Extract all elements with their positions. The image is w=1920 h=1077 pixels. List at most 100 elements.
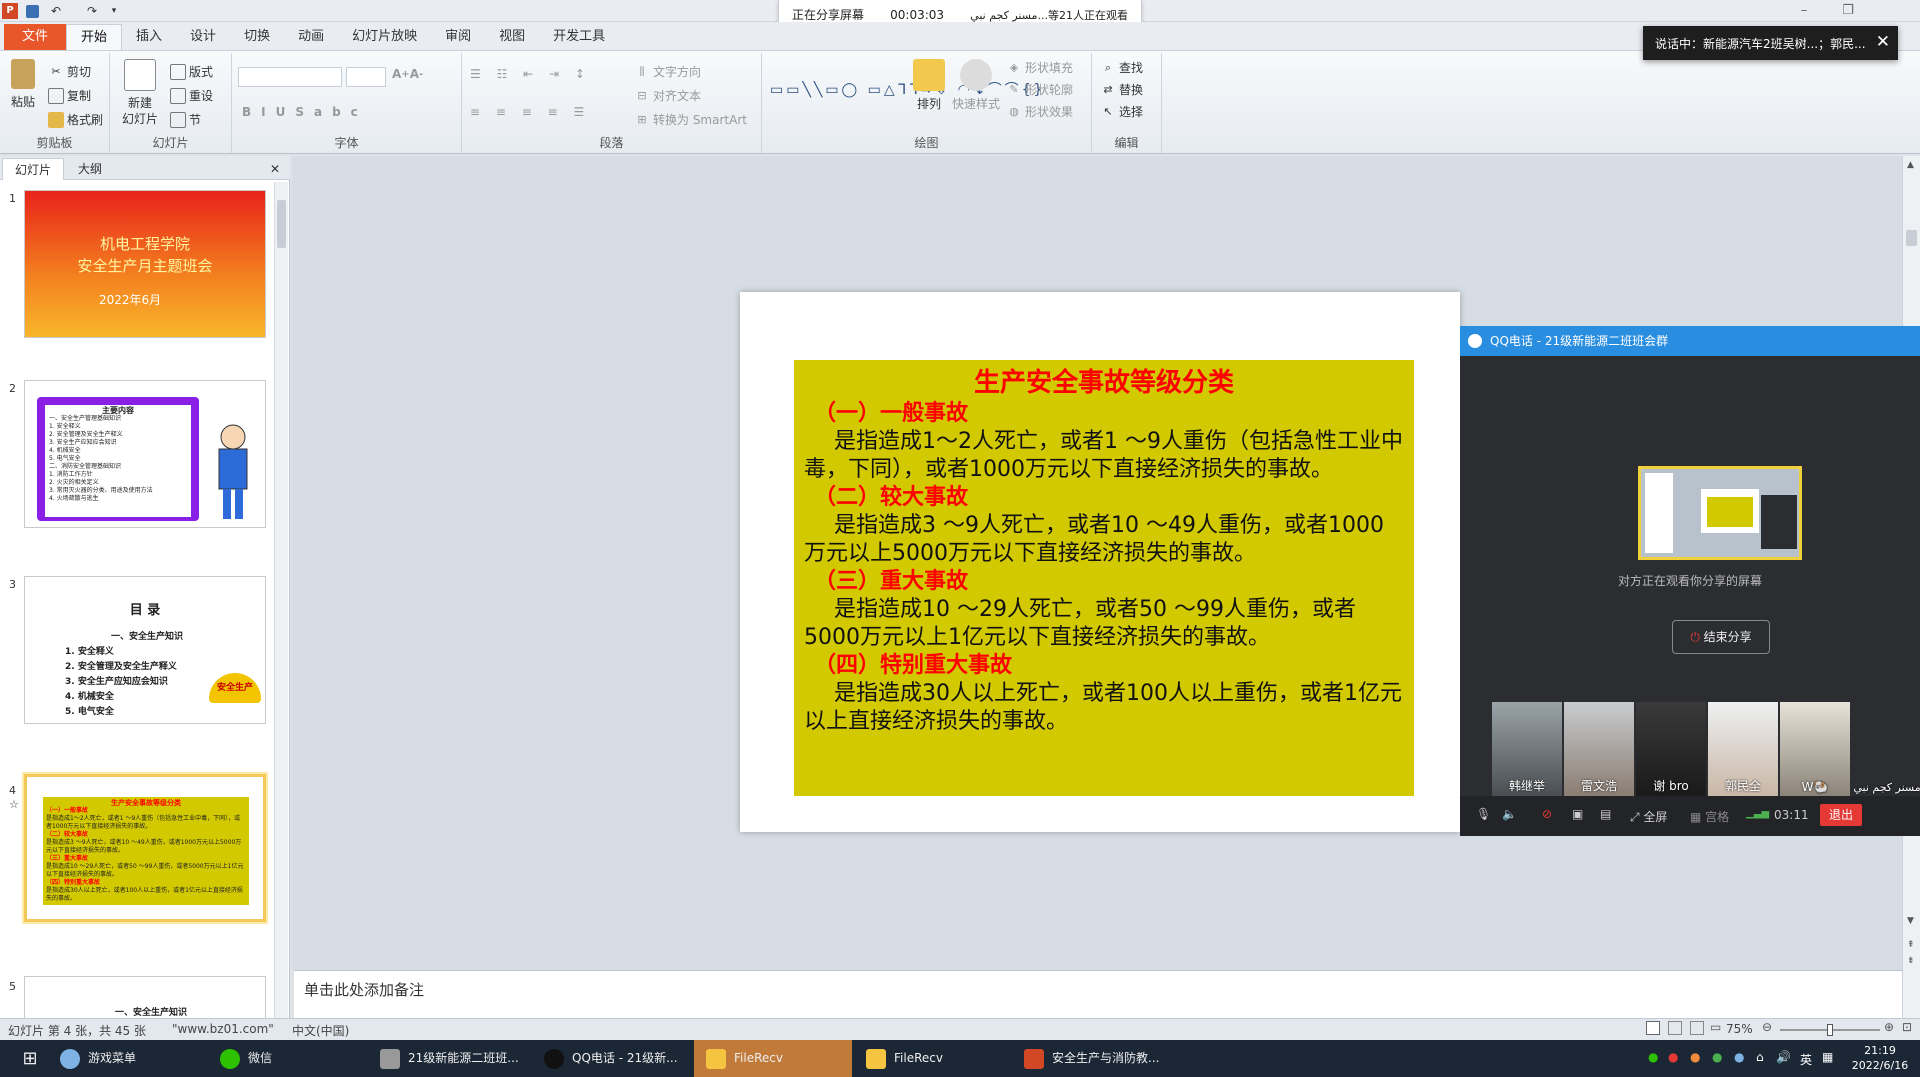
- exit-call-button[interactable]: 退出: [1820, 804, 1862, 826]
- tray-icon[interactable]: ●: [1734, 1050, 1744, 1064]
- tab-developer[interactable]: 开发工具: [539, 24, 619, 50]
- tab-outline[interactable]: 大纲: [66, 158, 114, 180]
- customize-qat-icon[interactable]: ▾: [106, 3, 122, 19]
- slide-thumb-4-selected[interactable]: 生产安全事故等级分类 （一）一般事故 是指造成1～2人死亡，或者1 ～9人重伤（…: [24, 774, 266, 922]
- slide-thumb-1[interactable]: 机电工程学院 安全生产月主题班会 2022年6月: [24, 190, 266, 338]
- normal-view-icon[interactable]: [1646, 1021, 1660, 1035]
- tab-design[interactable]: 设计: [176, 24, 230, 50]
- tray-wechat-icon[interactable]: ●: [1648, 1050, 1658, 1064]
- quick-styles-button[interactable]: 快速样式: [952, 59, 1000, 112]
- slide-thumb-5[interactable]: 一、安全生产知识: [24, 976, 266, 1018]
- taskbar-item[interactable]: 游戏菜单: [60, 1040, 180, 1077]
- text-direction-button[interactable]: ⫼ 文字方向: [634, 63, 701, 80]
- camera-off-icon[interactable]: ⊘: [1542, 807, 1552, 821]
- current-slide[interactable]: 生产安全事故等级分类 （一）一般事故 是指造成1～2人死亡，或者1 ～9人重伤（…: [740, 292, 1460, 832]
- slide-scroll-thumb[interactable]: [1906, 230, 1917, 246]
- shapes-gallery[interactable]: ▭▭╲╲▭◯ ▭△ᒣᒣ⇨⇩ ◠↯⌒⌒{}: [770, 59, 1042, 121]
- replace-button[interactable]: ⇄ 替换: [1100, 81, 1143, 98]
- fit-to-window-icon[interactable]: ⊡: [1902, 1020, 1912, 1034]
- tab-animations[interactable]: 动画: [284, 24, 338, 50]
- participant-video[interactable]: 郭民全: [1708, 702, 1778, 796]
- copy-button[interactable]: 复制: [48, 87, 91, 104]
- taskbar-item-active[interactable]: FileRecv: [694, 1040, 852, 1077]
- select-button[interactable]: ↖ 选择: [1100, 103, 1143, 120]
- minimize-button[interactable]: –: [1784, 0, 1824, 22]
- scroll-up-icon[interactable]: ▲: [1907, 160, 1914, 170]
- tab-home[interactable]: 开始: [66, 24, 123, 50]
- language-indicator[interactable]: 中文(中国): [292, 1022, 349, 1039]
- font-family-select[interactable]: [238, 67, 342, 87]
- grow-font-icon[interactable]: A + A-: [392, 67, 423, 81]
- font-size-select[interactable]: [346, 67, 386, 87]
- arrange-button[interactable]: 排列: [912, 59, 946, 112]
- shape-outline-button[interactable]: ✎ 形状轮廓: [1006, 81, 1073, 98]
- paste-button[interactable]: 粘贴: [8, 59, 38, 110]
- taskbar-item[interactable]: QQ电话 - 21级新...: [544, 1040, 684, 1077]
- zoom-in-icon[interactable]: ⊕: [1884, 1020, 1894, 1034]
- layout-button[interactable]: 版式: [170, 63, 213, 80]
- chat-icon[interactable]: ▤: [1600, 807, 1611, 821]
- slide-sorter-icon[interactable]: [1668, 1021, 1682, 1035]
- tray-network-icon[interactable]: ⌂: [1756, 1050, 1764, 1064]
- tab-review[interactable]: 审阅: [431, 24, 485, 50]
- tray-icon[interactable]: ●: [1668, 1050, 1678, 1064]
- microphone-icon[interactable]: 🎙: [1476, 807, 1491, 821]
- participant-video[interactable]: 谢 bro: [1636, 702, 1706, 796]
- slide-thumb-3[interactable]: 目 录 一、安全生产知识 1. 安全释义 2. 安全管理及安全生产释义 3. 安…: [24, 576, 266, 724]
- save-icon[interactable]: [26, 5, 39, 18]
- slideshow-view-icon[interactable]: ▭: [1710, 1020, 1721, 1034]
- tab-transitions[interactable]: 切换: [230, 24, 284, 50]
- shape-effects-button[interactable]: ◍ 形状效果: [1006, 103, 1073, 120]
- smartart-button[interactable]: ⊞ 转换为 SmartArt: [634, 111, 747, 128]
- toast-close-button[interactable]: ✕: [1876, 32, 1890, 52]
- taskbar-item[interactable]: 安全生产与消防教...: [1024, 1040, 1184, 1077]
- taskbar-item[interactable]: 21级新能源二班班...: [380, 1040, 530, 1077]
- zoom-level[interactable]: 75%: [1726, 1022, 1753, 1036]
- section-button[interactable]: 节: [170, 111, 201, 128]
- share-screen-icon[interactable]: ▣: [1572, 807, 1583, 821]
- grid-button[interactable]: ▦ 宫格: [1690, 808, 1729, 825]
- tray-icon[interactable]: ●: [1690, 1050, 1700, 1064]
- slide-content-box[interactable]: 生产安全事故等级分类 （一）一般事故 是指造成1～2人死亡，或者1 ～9人重伤（…: [794, 360, 1414, 796]
- participant-video[interactable]: مسنر كجم نبي: [1852, 702, 1920, 796]
- cut-button[interactable]: ✂ 剪切: [48, 63, 91, 80]
- taskbar-item[interactable]: 微信: [220, 1040, 330, 1077]
- align-buttons[interactable]: ≡ ≡ ≡ ≡ ☰: [470, 105, 590, 119]
- participant-video[interactable]: 韩继举: [1492, 702, 1562, 796]
- tab-file[interactable]: 文件: [4, 24, 67, 50]
- fullscreen-button[interactable]: ⤢ 全屏: [1630, 808, 1667, 825]
- tab-insert[interactable]: 插入: [122, 24, 176, 50]
- shared-screen-preview[interactable]: [1638, 466, 1802, 560]
- scroll-down-icon[interactable]: ▼: [1907, 916, 1914, 926]
- font-style-buttons[interactable]: BIUSabc: [242, 105, 368, 119]
- shape-fill-button[interactable]: ◈ 形状填充: [1006, 59, 1073, 76]
- previous-slide-icon[interactable]: ⇞: [1907, 940, 1915, 950]
- thumbs-scroll-thumb[interactable]: [277, 200, 286, 248]
- tab-slideshow[interactable]: 幻灯片放映: [338, 24, 431, 50]
- end-share-button[interactable]: ⏻ 结束分享: [1672, 620, 1770, 654]
- notes-pane[interactable]: 单击此处添加备注: [294, 970, 1902, 1018]
- tab-slides[interactable]: 幻灯片: [2, 158, 65, 180]
- tab-view[interactable]: 视图: [485, 24, 539, 50]
- find-button[interactable]: ⌕ 查找: [1100, 59, 1143, 76]
- speaker-icon[interactable]: 🔈: [1502, 807, 1517, 821]
- ime-indicator[interactable]: 英: [1800, 1051, 1812, 1068]
- slide-thumb-2[interactable]: 主要内容 一、安全生产管理基础知识 1. 安全释义 2. 安全管理及安全生产释义…: [24, 380, 266, 528]
- tray-volume-icon[interactable]: 🔊: [1776, 1050, 1791, 1064]
- participant-video[interactable]: 雷文浩: [1564, 702, 1634, 796]
- thumbs-scrollbar[interactable]: [274, 182, 288, 1018]
- zoom-slider-thumb[interactable]: [1827, 1024, 1833, 1036]
- reading-view-icon[interactable]: [1690, 1021, 1704, 1035]
- format-painter-button[interactable]: 格式刷: [48, 111, 103, 128]
- participant-video[interactable]: W🐏: [1780, 702, 1850, 796]
- clock[interactable]: 21:19 2022/6/16: [1846, 1043, 1914, 1073]
- start-button[interactable]: ⊞: [8, 1040, 52, 1077]
- reset-button[interactable]: 重设: [170, 87, 213, 104]
- panel-close-button[interactable]: ✕: [266, 158, 284, 180]
- zoom-out-icon[interactable]: ⊖: [1762, 1020, 1772, 1034]
- align-text-button[interactable]: ⊟ 对齐文本: [634, 87, 701, 104]
- tray-keyboard-icon[interactable]: ▦: [1822, 1050, 1833, 1064]
- undo-icon[interactable]: ↶: [48, 3, 64, 19]
- list-buttons[interactable]: ☰ ☷ ⇤ ⇥ ↕: [470, 67, 591, 81]
- new-slide-button[interactable]: 新建 幻灯片: [120, 59, 160, 127]
